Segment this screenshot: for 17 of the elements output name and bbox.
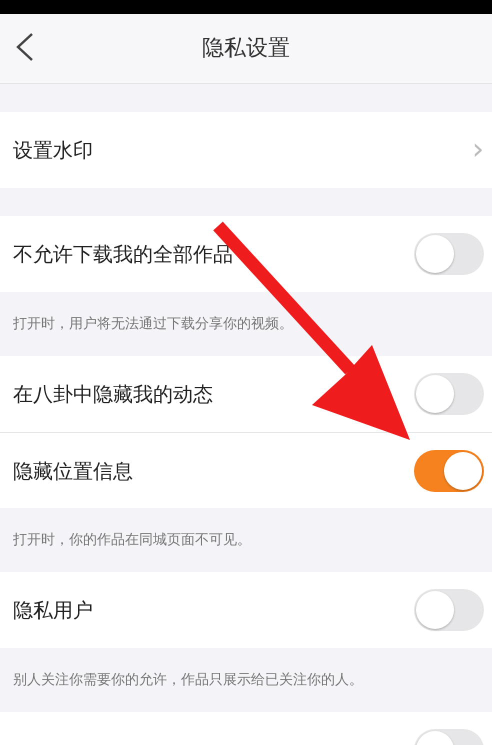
- row-label: 设置水印: [13, 137, 93, 164]
- row-label: 不允许下载我的全部作品: [13, 241, 233, 268]
- toggle-switch[interactable]: [414, 233, 484, 275]
- note-text: 打开时，用户将无法通过下载分享你的视频。: [12, 314, 294, 334]
- toggle-switch[interactable]: [414, 450, 484, 492]
- note-text: 打开时，你的作品在同城页面不可见。: [12, 530, 252, 550]
- chevron-icon: ›: [472, 135, 484, 165]
- row-label: 隐私用户: [13, 597, 93, 624]
- row-label: 隐藏位置信息: [13, 458, 133, 484]
- settings-row[interactable]: 不允许下载我的全部作品: [0, 216, 492, 292]
- note-text: 别人关注你需要你的允许，作品只展示给已关注你的人。: [12, 670, 364, 690]
- toggle-switch[interactable]: [414, 373, 484, 415]
- settings-row[interactable]: 隐私用户: [0, 572, 492, 648]
- page-title: 隐私设置: [202, 35, 290, 63]
- toggle-switch[interactable]: [414, 589, 484, 631]
- row-label: 在八卦中隐藏我的动态: [13, 381, 213, 408]
- settings-row[interactable]: 设置水印 ›: [0, 112, 492, 188]
